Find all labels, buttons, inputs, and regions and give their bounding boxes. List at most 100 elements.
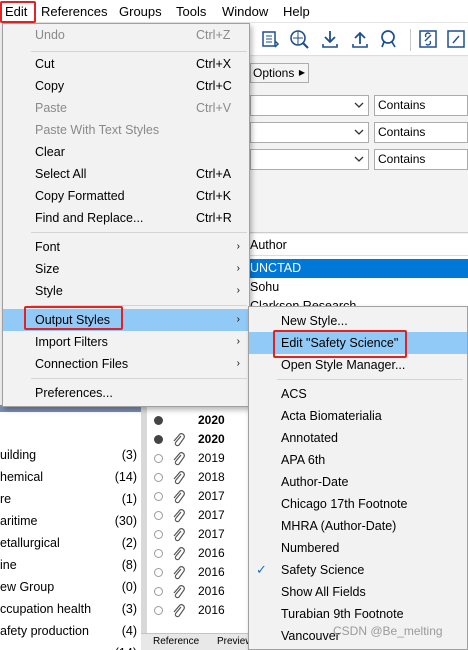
reference-row[interactable]: UNCTAD bbox=[250, 259, 468, 278]
options-button[interactable]: Options ▶ bbox=[250, 63, 309, 83]
year-row[interactable]: 2016 bbox=[147, 544, 248, 563]
group-item[interactable]: uilding (3) bbox=[0, 444, 141, 466]
menu-item-undo[interactable]: Undo Ctrl+Z bbox=[3, 24, 249, 46]
year-row[interactable]: 2019 bbox=[147, 449, 248, 468]
read-status-dot bbox=[154, 511, 163, 520]
style-item[interactable]: APA 6th bbox=[249, 449, 467, 471]
menu-item-find-and-replace[interactable]: Find and Replace... Ctrl+R bbox=[3, 207, 249, 229]
menu-item-paste-with-text-styles[interactable]: Paste With Text Styles bbox=[3, 119, 249, 141]
search-operator-dropdown[interactable]: Contains bbox=[374, 149, 468, 170]
search-panel: Options ▶ Contains Contains Contains bbox=[250, 57, 468, 233]
year-row[interactable]: 2016 bbox=[147, 563, 248, 582]
year-row[interactable]: 2018 bbox=[147, 468, 248, 487]
year-value: 2020 bbox=[198, 432, 225, 446]
menu-groups[interactable]: Groups bbox=[116, 0, 165, 23]
read-status-dot bbox=[154, 587, 163, 596]
reference-row[interactable]: Sohu bbox=[250, 278, 468, 297]
menu-item-label: Cut bbox=[35, 57, 55, 71]
search-field-dropdown[interactable] bbox=[250, 95, 369, 116]
menu-separator bbox=[277, 379, 463, 380]
menu-item-cut[interactable]: Cut Ctrl+X bbox=[3, 53, 249, 75]
download-icon[interactable] bbox=[320, 29, 340, 49]
year-row[interactable]: 2020 bbox=[147, 411, 248, 430]
tab-reference[interactable]: Reference bbox=[153, 634, 199, 650]
checkmark-icon: ✓ bbox=[256, 562, 267, 577]
style-item[interactable]: MHRA (Author-Date) bbox=[249, 515, 467, 537]
menu-item-style[interactable]: Style › bbox=[3, 280, 249, 302]
menu-item-import-filters[interactable]: Import Filters › bbox=[3, 331, 249, 353]
menu-item-label: Copy bbox=[35, 79, 65, 93]
menu-item-new-style[interactable]: New Style... bbox=[249, 310, 467, 332]
search-field-dropdown[interactable] bbox=[250, 122, 369, 143]
group-item[interactable]: afety production (4) bbox=[0, 620, 141, 642]
style-item-checked[interactable]: ✓ Safety Science bbox=[249, 559, 467, 581]
menu-item-select-all[interactable]: Select All Ctrl+A bbox=[3, 163, 249, 185]
author-column-header[interactable]: Author bbox=[250, 234, 468, 256]
menu-separator bbox=[31, 232, 247, 233]
upload-icon[interactable] bbox=[350, 29, 370, 49]
menu-item-copy[interactable]: Copy Ctrl+C bbox=[3, 75, 249, 97]
attach-pdf-icon[interactable] bbox=[446, 29, 466, 49]
style-item[interactable]: ACS bbox=[249, 383, 467, 405]
year-row[interactable]: 2017 bbox=[147, 487, 248, 506]
search-operator-dropdown[interactable]: Contains bbox=[374, 122, 468, 143]
group-item[interactable]: ccupation health (3) bbox=[0, 598, 141, 620]
style-item[interactable]: Chicago 17th Footnote bbox=[249, 493, 467, 515]
style-label: Chicago 17th Footnote bbox=[281, 497, 408, 511]
paperclip-icon bbox=[173, 452, 185, 466]
read-status-dot bbox=[154, 549, 163, 558]
style-item[interactable]: Author-Date bbox=[249, 471, 467, 493]
menu-window[interactable]: Window bbox=[219, 0, 271, 23]
style-label: Safety Science bbox=[281, 563, 365, 577]
group-item[interactable]: aritime (30) bbox=[0, 510, 141, 532]
group-item[interactable]: etallurgical (2) bbox=[0, 532, 141, 554]
menu-item-label: Size bbox=[35, 262, 60, 276]
year-row[interactable]: 2016 bbox=[147, 582, 248, 601]
paperclip-icon bbox=[173, 433, 185, 447]
search-operator-dropdown[interactable]: Contains bbox=[374, 95, 468, 116]
group-item[interactable]: (14) bbox=[0, 642, 141, 650]
style-item[interactable]: Numbered bbox=[249, 537, 467, 559]
group-item[interactable]: ew Group (0) bbox=[0, 576, 141, 598]
style-label: Turabian 9th Footnote bbox=[281, 607, 404, 621]
group-item[interactable]: hemical (14) bbox=[0, 466, 141, 488]
bottom-tab-strip: Reference Preview bbox=[141, 633, 253, 650]
menu-item-preferences[interactable]: Preferences... bbox=[3, 382, 249, 404]
year-row[interactable]: 2017 bbox=[147, 506, 248, 525]
menu-references[interactable]: References bbox=[38, 0, 110, 23]
style-item[interactable]: Annotated bbox=[249, 427, 467, 449]
group-name: ine bbox=[0, 558, 17, 572]
paperclip-icon bbox=[173, 566, 185, 580]
menu-item-font[interactable]: Font › bbox=[3, 236, 249, 258]
year-row[interactable]: 2017 bbox=[147, 525, 248, 544]
style-label: Author-Date bbox=[281, 475, 349, 489]
submenu-arrow-icon: › bbox=[236, 263, 240, 274]
options-label: Options bbox=[253, 66, 295, 80]
search-field-dropdown[interactable] bbox=[250, 149, 369, 170]
menu-tools[interactable]: Tools bbox=[173, 0, 209, 23]
style-item[interactable]: Show All Fields bbox=[249, 581, 467, 603]
menu-item-label: Preferences... bbox=[35, 386, 113, 400]
open-link-icon[interactable] bbox=[418, 29, 438, 49]
group-item[interactable]: re (1) bbox=[0, 488, 141, 510]
online-search-icon[interactable] bbox=[289, 29, 309, 49]
menu-item-copy-formatted[interactable]: Copy Formatted Ctrl+K bbox=[3, 185, 249, 207]
style-item[interactable]: Turabian 9th Footnote bbox=[249, 603, 467, 625]
menu-item-connection-files[interactable]: Connection Files › bbox=[3, 353, 249, 375]
menu-item-clear[interactable]: Clear bbox=[3, 141, 249, 163]
year-row[interactable]: 2016 bbox=[147, 601, 248, 620]
style-item[interactable]: Acta Biomaterialia bbox=[249, 405, 467, 427]
read-status-dot bbox=[154, 435, 163, 444]
edit-menu: Undo Ctrl+Z Cut Ctrl+X Copy Ctrl+C Paste Ctr… bbox=[2, 23, 250, 407]
menu-help[interactable]: Help bbox=[280, 0, 313, 23]
read-status-dot bbox=[154, 606, 163, 615]
menu-item-paste[interactable]: Paste Ctrl+V bbox=[3, 97, 249, 119]
menu-item-size[interactable]: Size › bbox=[3, 258, 249, 280]
find-fulltext-icon[interactable] bbox=[380, 29, 400, 49]
year-row[interactable]: 2020 bbox=[147, 430, 248, 449]
output-styles-annotation-box bbox=[24, 306, 123, 330]
watermark-text: CSDN @Be_melting bbox=[333, 624, 443, 638]
group-item[interactable]: ine (8) bbox=[0, 554, 141, 576]
paperclip-icon bbox=[173, 490, 185, 504]
insert-citation-icon[interactable] bbox=[260, 29, 280, 49]
